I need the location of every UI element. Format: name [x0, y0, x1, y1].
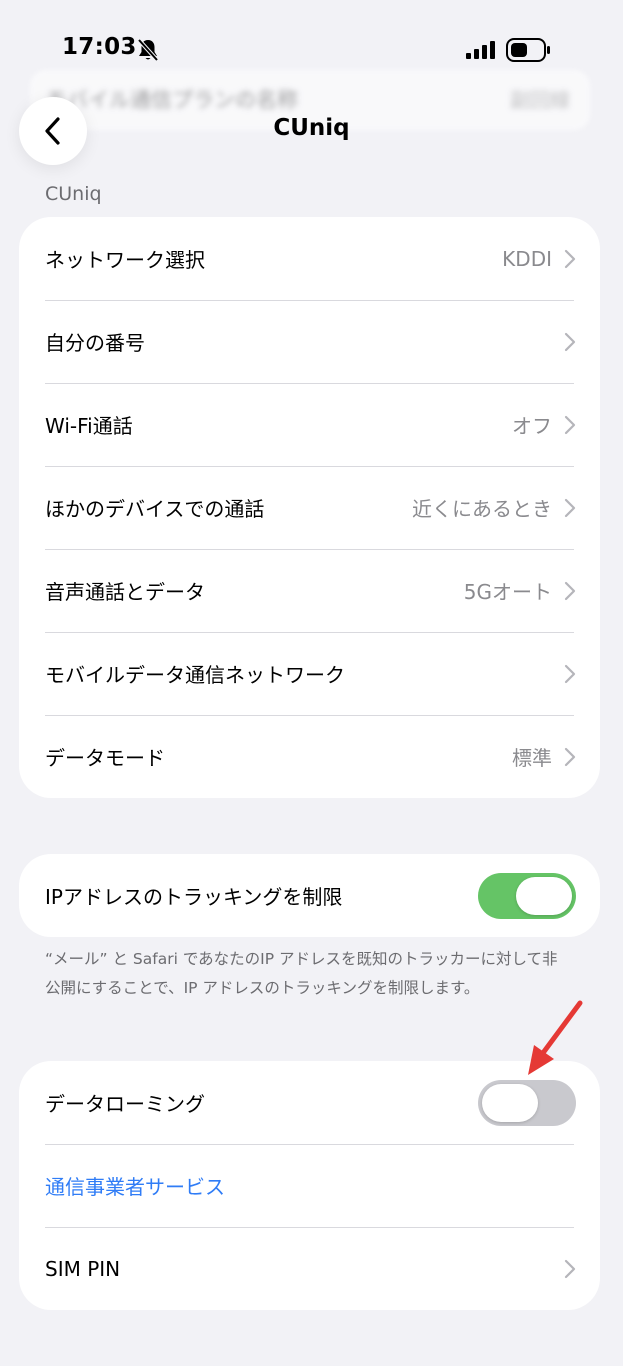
- row-label: Wi-Fi通話: [45, 414, 133, 438]
- cellular-settings-group: ネットワーク選択 KDDI 自分の番号 Wi-Fi通話 オフ ほかのデバイスでの…: [19, 217, 600, 798]
- data-roaming-row: データローミング: [19, 1061, 600, 1144]
- mobile-data-network-row[interactable]: モバイルデータ通信ネットワーク: [19, 632, 600, 715]
- chevron-right-icon: [564, 1259, 576, 1278]
- row-value: 標準: [512, 746, 552, 770]
- data-mode-row[interactable]: データモード 標準: [19, 715, 600, 798]
- chevron-right-icon: [564, 415, 576, 434]
- wifi-calling-row[interactable]: Wi-Fi通話 オフ: [19, 383, 600, 466]
- chevron-right-icon: [564, 498, 576, 517]
- background-plan-value: 副回線: [510, 88, 570, 112]
- chevron-right-icon: [564, 332, 576, 351]
- battery-icon: [506, 38, 550, 62]
- section-header: CUniq: [45, 183, 102, 205]
- row-label: SIM PIN: [45, 1256, 121, 1281]
- row-label: データローミング: [45, 1092, 205, 1116]
- chevron-right-icon: [564, 747, 576, 766]
- voice-and-data-row[interactable]: 音声通話とデータ 5Gオート: [19, 549, 600, 632]
- chevron-right-icon: [564, 249, 576, 268]
- limit-ip-tracking-toggle[interactable]: [478, 872, 576, 919]
- row-label: 音声通話とデータ: [45, 580, 205, 604]
- calls-on-other-devices-row[interactable]: ほかのデバイスでの通話 近くにあるとき: [19, 466, 600, 549]
- annotation-arrow-icon: [528, 1000, 583, 1075]
- toggle-knob: [516, 876, 572, 915]
- row-label: 自分の番号: [45, 331, 145, 355]
- row-label: データモード: [45, 746, 165, 770]
- cellular-signal-icon: [466, 41, 495, 59]
- row-label: ほかのデバイスでの通話: [45, 497, 265, 521]
- data-roaming-toggle[interactable]: [478, 1079, 576, 1126]
- toggle-knob: [482, 1083, 538, 1122]
- row-label: ネットワーク選択: [45, 248, 205, 272]
- my-number-row[interactable]: 自分の番号: [19, 300, 600, 383]
- status-time: 17:03: [62, 34, 137, 60]
- row-label: モバイルデータ通信ネットワーク: [45, 663, 345, 687]
- ip-tracking-footnote: “メール” と Safari であなたのIP アドレスを既知のトラッカーに対して…: [45, 950, 558, 997]
- chevron-right-icon: [564, 664, 576, 683]
- row-value: 近くにあるとき: [412, 497, 552, 521]
- network-selection-row[interactable]: ネットワーク選択 KDDI: [19, 217, 600, 300]
- carrier-services-row[interactable]: 通信事業者サービス: [19, 1144, 600, 1227]
- row-label: IPアドレスのトラッキングを制限: [45, 885, 343, 909]
- row-value: KDDI: [502, 246, 552, 271]
- bell-slash-icon: [137, 38, 159, 62]
- row-value: オフ: [512, 414, 552, 438]
- sim-pin-row[interactable]: SIM PIN: [19, 1227, 600, 1310]
- row-value: 5Gオート: [463, 580, 552, 604]
- ip-tracking-group: IPアドレスのトラッキングを制限: [19, 854, 600, 937]
- page-title: CUniq: [273, 115, 350, 141]
- carrier-services-link[interactable]: 通信事業者サービス: [45, 1171, 576, 1200]
- chevron-right-icon: [564, 581, 576, 600]
- background-plan-label: モバイル通信プランの名称: [46, 88, 298, 112]
- limit-ip-tracking-row: IPアドレスのトラッキングを制限: [19, 854, 600, 937]
- roaming-group: データローミング 通信事業者サービス SIM PIN: [19, 1061, 600, 1310]
